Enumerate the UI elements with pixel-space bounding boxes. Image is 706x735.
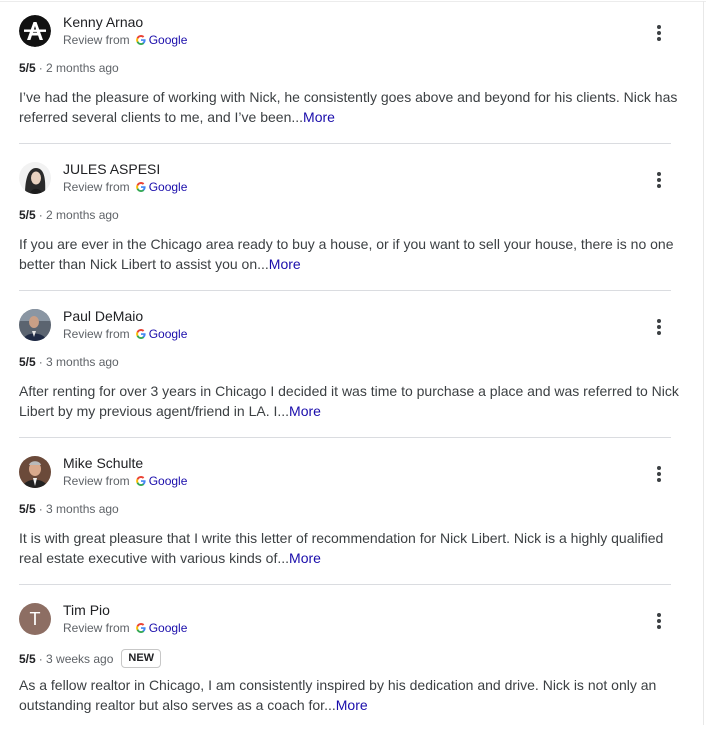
more-link[interactable]: More bbox=[336, 697, 368, 713]
reviewer-name[interactable]: Paul DeMaio bbox=[63, 308, 143, 324]
vertical-dots-icon bbox=[657, 25, 661, 41]
review-source: Review from Google bbox=[63, 327, 187, 341]
source-prefix: Review from bbox=[63, 621, 130, 635]
source-prefix: Review from bbox=[63, 33, 130, 47]
source-prefix: Review from bbox=[63, 474, 130, 488]
rating: 5/5 bbox=[19, 61, 36, 75]
reviewer-name[interactable]: JULES ASPESI bbox=[63, 161, 160, 177]
review-item: T Tim Pio Review from Google 5/5 · 3 wee… bbox=[0, 588, 706, 735]
review-time: · 3 weeks ago bbox=[38, 651, 114, 666]
review-meta: 5/5 · 2 months ago bbox=[19, 208, 119, 222]
source-name[interactable]: Google bbox=[149, 621, 188, 635]
reviewer-avatar[interactable] bbox=[19, 162, 51, 194]
google-icon bbox=[135, 476, 146, 486]
divider bbox=[19, 290, 671, 291]
google-icon bbox=[135, 623, 146, 633]
review-body: I’ve had the pleasure of working with Ni… bbox=[19, 89, 678, 125]
more-options-button[interactable] bbox=[645, 608, 673, 634]
review-time: · 3 months ago bbox=[38, 502, 119, 516]
review-time: · 2 months ago bbox=[38, 61, 119, 75]
review-text: After renting for over 3 years in Chicag… bbox=[19, 381, 679, 421]
google-icon bbox=[135, 182, 146, 192]
review-source: Review from Google bbox=[63, 33, 187, 47]
vertical-dots-icon bbox=[657, 172, 661, 188]
source-name[interactable]: Google bbox=[149, 33, 188, 47]
more-options-button[interactable] bbox=[645, 461, 673, 487]
portrait-photo bbox=[19, 309, 51, 341]
portrait-photo bbox=[19, 162, 51, 194]
review-source: Review from Google bbox=[63, 621, 187, 635]
more-link[interactable]: More bbox=[289, 550, 321, 566]
vertical-dots-icon bbox=[657, 613, 661, 629]
vertical-dots-icon bbox=[657, 319, 661, 335]
more-link[interactable]: More bbox=[289, 403, 321, 419]
source-name[interactable]: Google bbox=[149, 180, 188, 194]
review-source: Review from Google bbox=[63, 180, 187, 194]
reviewer-avatar[interactable] bbox=[19, 456, 51, 488]
divider bbox=[19, 437, 671, 438]
more-link[interactable]: More bbox=[303, 109, 335, 125]
review-meta: 5/5 · 2 months ago bbox=[19, 61, 119, 75]
review-time: · 2 months ago bbox=[38, 208, 119, 222]
reviewer-avatar[interactable] bbox=[19, 309, 51, 341]
reviewer-avatar[interactable] bbox=[19, 15, 51, 47]
review-meta: 5/5 · 3 months ago bbox=[19, 355, 119, 369]
more-options-button[interactable] bbox=[645, 167, 673, 193]
vertical-dots-icon bbox=[657, 466, 661, 482]
divider bbox=[19, 143, 671, 144]
review-item: Paul DeMaio Review from Google 5/5 · 3 m… bbox=[0, 294, 706, 441]
review-body: If you are ever in the Chicago area read… bbox=[19, 236, 674, 272]
review-text: It is with great pleasure that I write t… bbox=[19, 528, 679, 568]
divider bbox=[19, 584, 671, 585]
logo-a-icon bbox=[19, 15, 51, 47]
source-name[interactable]: Google bbox=[149, 327, 188, 341]
review-meta: 5/5 · 3 months ago bbox=[19, 502, 119, 516]
review-text: I’ve had the pleasure of working with Ni… bbox=[19, 87, 679, 127]
more-options-button[interactable] bbox=[645, 20, 673, 46]
google-icon bbox=[135, 35, 146, 45]
new-badge: NEW bbox=[121, 649, 162, 668]
review-time: · 3 months ago bbox=[38, 355, 119, 369]
reviewer-name[interactable]: Kenny Arnao bbox=[63, 14, 143, 30]
google-icon bbox=[135, 329, 146, 339]
reviews-panel: Kenny Arnao Review from Google 5/5 · 2 m… bbox=[0, 0, 706, 725]
reviewer-name[interactable]: Tim Pio bbox=[63, 602, 110, 618]
rating: 5/5 bbox=[19, 355, 36, 369]
source-prefix: Review from bbox=[63, 180, 130, 194]
review-item: Mike Schulte Review from Google 5/5 · 3 … bbox=[0, 441, 706, 588]
review-item: Kenny Arnao Review from Google 5/5 · 2 m… bbox=[0, 0, 706, 147]
rating: 5/5 bbox=[19, 651, 36, 666]
reviewer-name[interactable]: Mike Schulte bbox=[63, 455, 143, 471]
source-prefix: Review from bbox=[63, 327, 130, 341]
rating: 5/5 bbox=[19, 208, 36, 222]
review-body: It is with great pleasure that I write t… bbox=[19, 530, 664, 566]
portrait-photo bbox=[19, 456, 51, 488]
review-meta: 5/5 · 3 weeks ago NEW bbox=[19, 649, 162, 668]
source-name[interactable]: Google bbox=[149, 474, 188, 488]
review-body: After renting for over 3 years in Chicag… bbox=[19, 383, 679, 419]
rating: 5/5 bbox=[19, 502, 36, 516]
review-source: Review from Google bbox=[63, 474, 187, 488]
reviewer-avatar[interactable]: T bbox=[19, 603, 51, 635]
review-text: As a fellow realtor in Chicago, I am con… bbox=[19, 675, 679, 715]
review-item: JULES ASPESI Review from Google 5/5 · 2 … bbox=[0, 147, 706, 294]
more-options-button[interactable] bbox=[645, 314, 673, 340]
more-link[interactable]: More bbox=[269, 256, 301, 272]
review-text: If you are ever in the Chicago area read… bbox=[19, 234, 679, 274]
